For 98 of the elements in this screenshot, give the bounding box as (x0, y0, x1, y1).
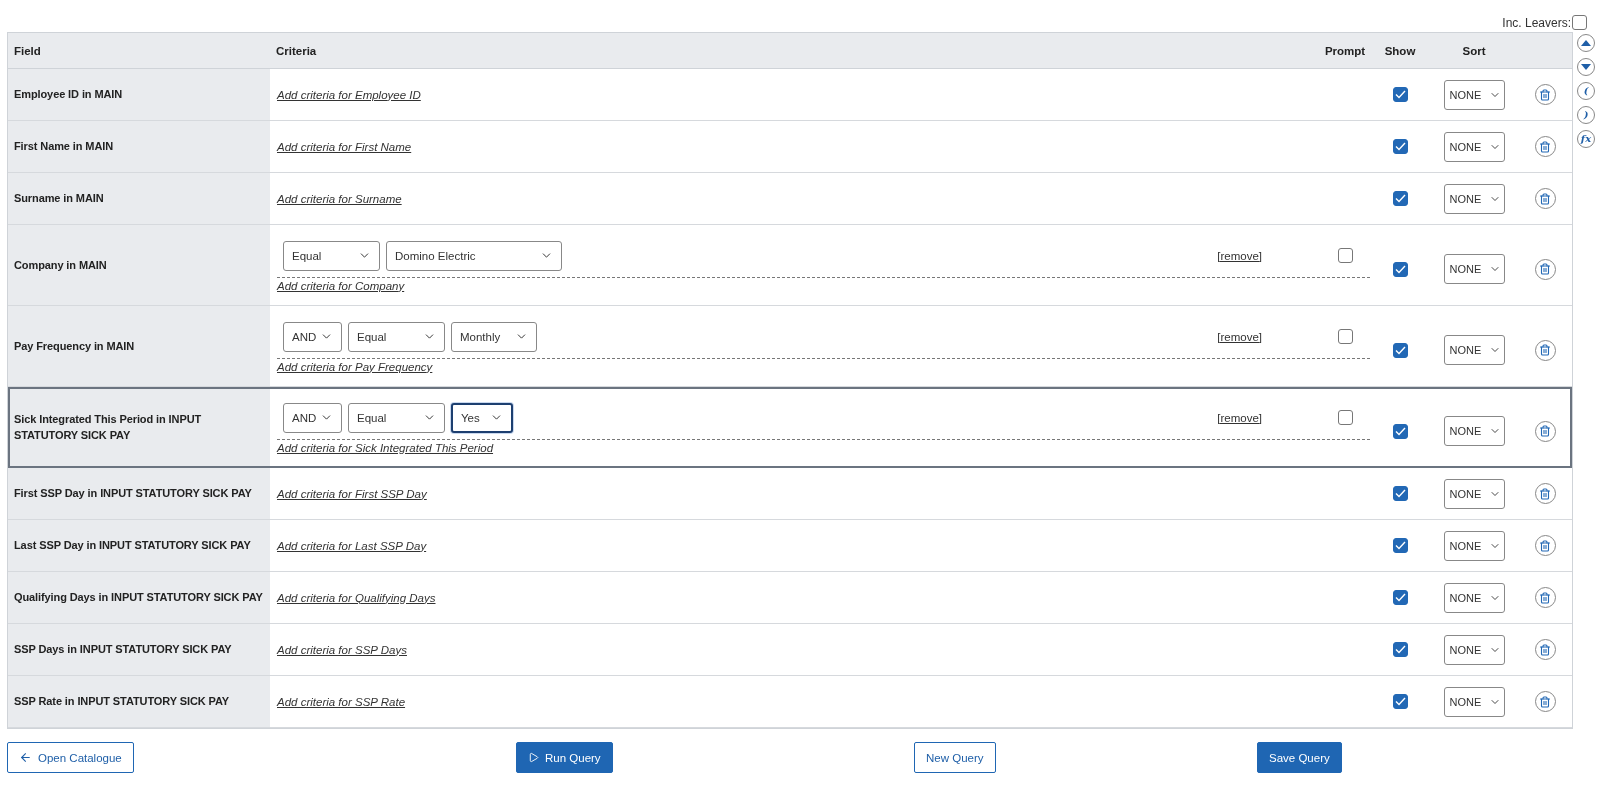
value-dropdown[interactable]: Domino Electric (386, 240, 562, 271)
show-checkbox[interactable] (1392, 642, 1408, 657)
field-name: Pay Frequency in MAIN (8, 306, 270, 386)
column-header: Field (13, 44, 42, 57)
delete-icon[interactable] (1534, 339, 1556, 361)
remove-link[interactable]: [remove] (1217, 411, 1262, 424)
field-row[interactable]: First SSP Day in INPUT STATUTORY SICK PAY Add criteria for First SSP Day NONE (8, 468, 1572, 520)
field-name: First SSP Day in INPUT STATUTORY SICK PAY (8, 468, 270, 519)
delete-icon[interactable] (1534, 587, 1556, 608)
field-name: Last SSP Day in INPUT STATUTORY SICK PAY (8, 520, 270, 571)
field-name: SSP Rate in INPUT STATUTORY SICK PAY (8, 676, 270, 727)
sort-dropdown[interactable]: NONE (1443, 634, 1505, 665)
prompt-checkbox[interactable] (1337, 329, 1353, 344)
remove-link[interactable]: [remove] (1217, 330, 1262, 343)
move-down-icon[interactable] (1577, 58, 1595, 76)
sort-dropdown[interactable]: NONE (1443, 478, 1505, 509)
field-name: Employee ID in MAIN (8, 69, 270, 120)
field-row[interactable]: Last SSP Day in INPUT STATUTORY SICK PAY Add criteria for Last SSP Day NONE (8, 520, 1572, 572)
value-dropdown[interactable]: Monthly (451, 321, 537, 352)
sort-dropdown[interactable]: NONE (1443, 335, 1505, 365)
delete-icon[interactable] (1534, 691, 1556, 712)
operator-dropdown[interactable]: Equal (348, 321, 445, 352)
prompt-checkbox[interactable] (1337, 410, 1353, 425)
sort-dropdown[interactable]: NONE (1443, 183, 1505, 214)
field-name: SSP Days in INPUT STATUTORY SICK PAY (8, 624, 270, 675)
show-checkbox[interactable] (1392, 191, 1408, 206)
show-checkbox[interactable] (1392, 139, 1408, 154)
field-name: Surname in MAIN (8, 173, 270, 224)
field-row[interactable]: Company in MAIN Equal Domino Electric [remove] Add criteria for Company NONE (8, 225, 1572, 306)
delete-icon[interactable] (1534, 84, 1556, 105)
insert-symbol-button[interactable]: ( (1577, 82, 1595, 100)
add-criteria-link[interactable]: Add criteria for Sick Integrated This Period (277, 441, 1370, 454)
add-criteria-link[interactable]: Add criteria for SSP Rate (277, 695, 1370, 708)
field-name: Company in MAIN (8, 225, 270, 305)
add-criteria-link[interactable]: Add criteria for SSP Days (277, 643, 1370, 656)
insert-symbol-button[interactable]: ) (1577, 106, 1595, 124)
delete-icon[interactable] (1534, 535, 1556, 556)
operator-dropdown[interactable]: Equal (348, 402, 445, 433)
add-criteria-link[interactable]: Add criteria for Qualifying Days (277, 591, 1370, 604)
show-checkbox[interactable] (1392, 342, 1408, 358)
show-checkbox[interactable] (1392, 590, 1408, 605)
show-checkbox[interactable] (1392, 261, 1408, 277)
sort-dropdown[interactable]: NONE (1443, 416, 1505, 446)
add-criteria-link[interactable]: Add criteria for Pay Frequency (277, 360, 1370, 373)
move-up-icon[interactable] (1577, 34, 1595, 52)
add-criteria-link[interactable]: Add criteria for Company (277, 279, 1370, 292)
add-criteria-link[interactable]: Add criteria for Surname (277, 192, 1370, 205)
column-header: Sort (1461, 44, 1487, 57)
field-row[interactable]: Employee ID in MAIN Add criteria for Employee ID NONE (8, 69, 1572, 121)
remove-link[interactable]: [remove] (1217, 249, 1262, 262)
sort-dropdown[interactable]: NONE (1443, 582, 1505, 613)
conjunction-dropdown[interactable]: AND (283, 321, 342, 352)
delete-icon[interactable] (1534, 420, 1556, 442)
field-row[interactable]: Surname in MAIN Add criteria for Surname NONE (8, 173, 1572, 225)
delete-icon[interactable] (1534, 136, 1556, 157)
delete-icon[interactable] (1534, 639, 1556, 660)
sort-dropdown[interactable]: NONE (1443, 530, 1505, 561)
add-criteria-link[interactable]: Add criteria for First SSP Day (277, 487, 1370, 500)
show-checkbox[interactable] (1392, 486, 1408, 501)
column-header: Show (1383, 44, 1417, 57)
field-row[interactable]: Qualifying Days in INPUT STATUTORY SICK PAY Add criteria for Qualifying Days NONE (8, 572, 1572, 624)
operator-dropdown[interactable]: Equal (283, 240, 380, 271)
sort-dropdown[interactable]: NONE (1443, 254, 1505, 284)
sort-dropdown[interactable]: NONE (1443, 686, 1505, 717)
delete-icon[interactable] (1534, 188, 1556, 209)
add-criteria-link[interactable]: Add criteria for First Name (277, 140, 1370, 153)
show-checkbox[interactable] (1392, 423, 1408, 439)
show-checkbox[interactable] (1392, 87, 1408, 102)
value-dropdown[interactable]: Yes (451, 402, 513, 433)
field-name: Qualifying Days in INPUT STATUTORY SICK PAY (8, 572, 270, 623)
column-header: Criteria (276, 44, 317, 57)
action-button[interactable]: Open Catalogue (7, 742, 134, 773)
inc-leavers-label: Inc. Leavers: (1502, 16, 1571, 30)
field-row[interactable]: Sick Integrated This Period in INPUT STATUTORY SICK PAY AND Equal Yes [remove] Add criteria for Sick Integrated This Period NONE (8, 387, 1572, 468)
delete-icon[interactable] (1534, 258, 1556, 280)
field-row[interactable]: Pay Frequency in MAIN AND Equal Monthly [remove] Add criteria for Pay Frequency NONE (8, 306, 1572, 387)
insert-symbol-button[interactable]: fx (1577, 130, 1595, 148)
delete-icon[interactable] (1534, 483, 1556, 504)
field-name: First Name in MAIN (8, 121, 270, 172)
action-button[interactable]: Run Query (516, 742, 613, 773)
add-criteria-link[interactable]: Add criteria for Employee ID (277, 88, 1370, 101)
add-criteria-link[interactable]: Add criteria for Last SSP Day (277, 539, 1370, 552)
field-row[interactable]: First Name in MAIN Add criteria for First Name NONE (8, 121, 1572, 173)
field-name: Sick Integrated This Period in INPUT STATUTORY SICK PAY (8, 387, 270, 467)
field-row[interactable]: SSP Rate in INPUT STATUTORY SICK PAY Add criteria for SSP Rate NONE (8, 676, 1572, 728)
inc-leavers-checkbox[interactable] (1572, 15, 1587, 30)
conjunction-dropdown[interactable]: AND (283, 402, 342, 433)
play-icon (528, 752, 539, 763)
arrow-left-icon (19, 751, 32, 764)
show-checkbox[interactable] (1392, 694, 1408, 709)
show-checkbox[interactable] (1392, 538, 1408, 553)
action-button[interactable]: Save Query (1257, 742, 1342, 773)
sort-dropdown[interactable]: NONE (1443, 79, 1505, 110)
sort-dropdown[interactable]: NONE (1443, 131, 1505, 162)
prompt-checkbox[interactable] (1337, 248, 1353, 263)
column-header: Prompt (1324, 44, 1366, 57)
action-button[interactable]: New Query (914, 742, 996, 773)
field-row[interactable]: SSP Days in INPUT STATUTORY SICK PAY Add criteria for SSP Days NONE (8, 624, 1572, 676)
